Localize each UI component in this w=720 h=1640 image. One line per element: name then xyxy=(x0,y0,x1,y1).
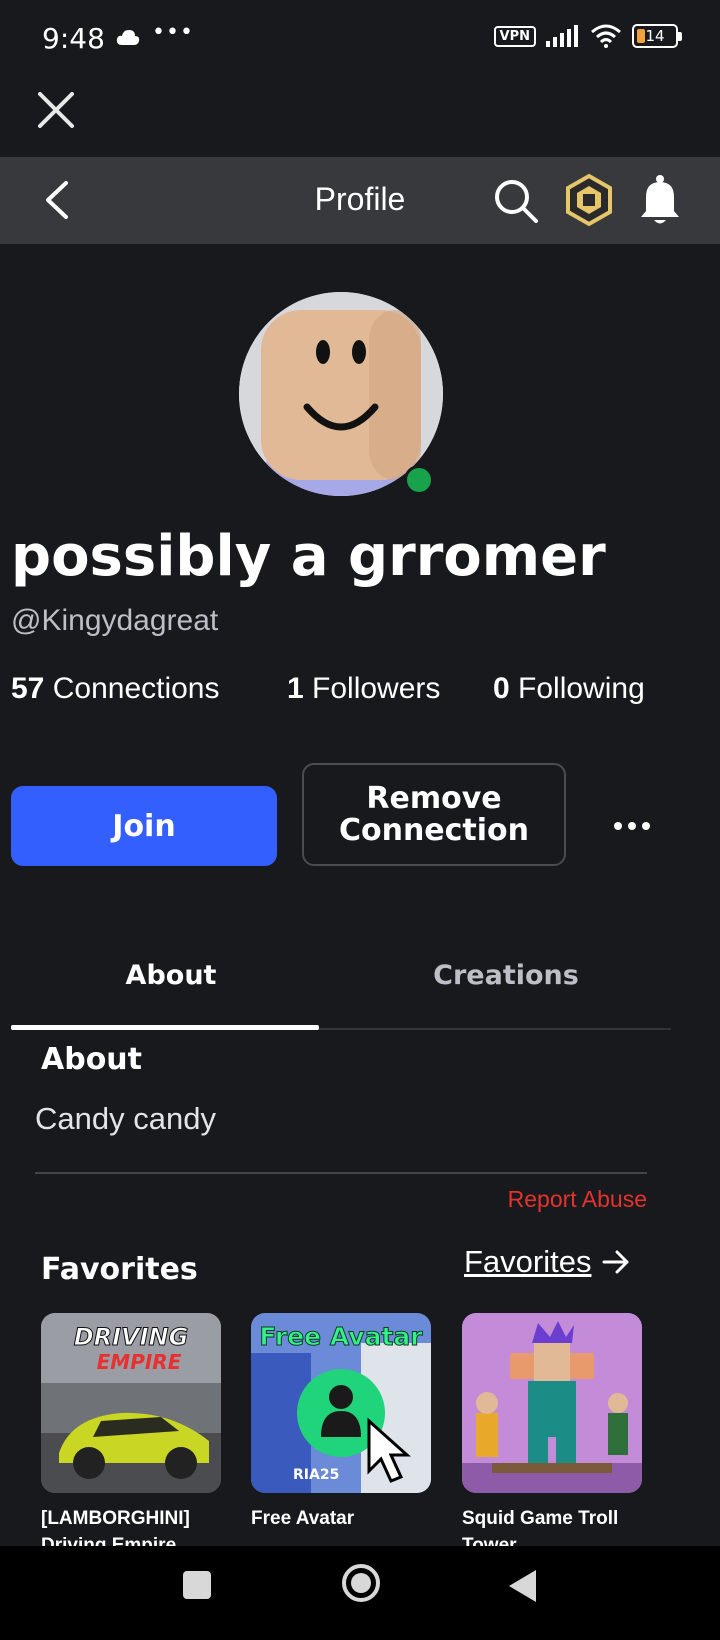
search-icon[interactable] xyxy=(492,177,540,225)
thumb-text-1: Free Avatar xyxy=(259,1322,423,1351)
followers-count: 1 xyxy=(287,672,304,705)
remove-label-line2: Connection xyxy=(338,812,530,848)
close-icon[interactable] xyxy=(34,88,78,132)
status-icons: VPN 14 xyxy=(493,24,682,48)
game-thumbnail: Free Avatar RIA25 xyxy=(251,1313,431,1493)
cloud-icon xyxy=(116,30,140,45)
home-icon[interactable] xyxy=(340,1562,382,1604)
about-heading: About xyxy=(41,1042,143,1077)
favorite-item[interactable]: Squid Game Troll Tower xyxy=(462,1313,642,1559)
divider xyxy=(35,1172,647,1174)
active-tab-indicator xyxy=(11,1025,319,1030)
status-bar: 9:48 ••• VPN 14 xyxy=(0,0,720,78)
remove-connection-button[interactable]: Remove Connection xyxy=(302,763,566,866)
following-stat[interactable]: 0 Following xyxy=(493,672,645,706)
followers-stat[interactable]: 1 Followers xyxy=(287,672,440,706)
connections-count: 57 xyxy=(11,672,45,705)
status-time: 9:48 xyxy=(42,22,105,55)
connections-label: Connections xyxy=(52,672,220,705)
more-options-icon[interactable] xyxy=(610,806,654,846)
robux-icon[interactable] xyxy=(564,173,614,227)
favorite-title: Free Avatar xyxy=(251,1508,355,1529)
favorite-item[interactable]: Free Avatar RIA25 Free Avatar xyxy=(251,1313,431,1532)
signal-icon xyxy=(546,25,578,47)
favorite-item[interactable]: DRIVING EMPIRE [LAMBORGHINI] Driving Emp… xyxy=(41,1313,221,1559)
online-status-dot xyxy=(404,465,434,495)
favorites-link-label: Favorites xyxy=(464,1244,592,1279)
followers-label: Followers xyxy=(312,672,441,705)
recent-apps-icon[interactable] xyxy=(180,1568,214,1602)
thumb-text-2: EMPIRE xyxy=(97,1350,182,1374)
display-name: possibly a grromer xyxy=(11,524,606,589)
following-label: Following xyxy=(518,672,645,705)
about-text: Candy candy xyxy=(35,1101,216,1136)
wifi-icon xyxy=(591,24,621,48)
vpn-icon: VPN xyxy=(493,25,536,47)
following-count: 0 xyxy=(493,672,510,705)
game-thumbnail: DRIVING EMPIRE xyxy=(41,1313,221,1493)
bell-icon[interactable] xyxy=(638,173,682,227)
tab-creations[interactable]: Creations xyxy=(346,960,666,991)
join-button[interactable]: Join xyxy=(11,786,277,866)
connections-stat[interactable]: 57 Connections xyxy=(11,672,220,706)
notification-dots: ••• xyxy=(152,20,194,45)
username: @Kingydagreat xyxy=(11,604,219,637)
tab-about[interactable]: About xyxy=(11,960,331,991)
arrow-right-icon xyxy=(602,1250,629,1274)
thumb-text-1: DRIVING xyxy=(74,1323,189,1351)
battery-icon: 14 xyxy=(632,24,682,48)
profile-tabs: About Creations xyxy=(11,950,671,1030)
favorites-heading: Favorites xyxy=(41,1252,198,1287)
report-abuse-link[interactable]: Report Abuse xyxy=(508,1186,647,1213)
game-thumbnail xyxy=(462,1313,642,1493)
favorites-link[interactable]: Favorites xyxy=(464,1244,631,1280)
thumb-text-2: RIA25 xyxy=(293,1467,339,1483)
top-nav-bar: Profile xyxy=(0,157,720,244)
system-back-icon[interactable] xyxy=(506,1568,540,1604)
remove-label-line1: Remove xyxy=(366,780,502,816)
